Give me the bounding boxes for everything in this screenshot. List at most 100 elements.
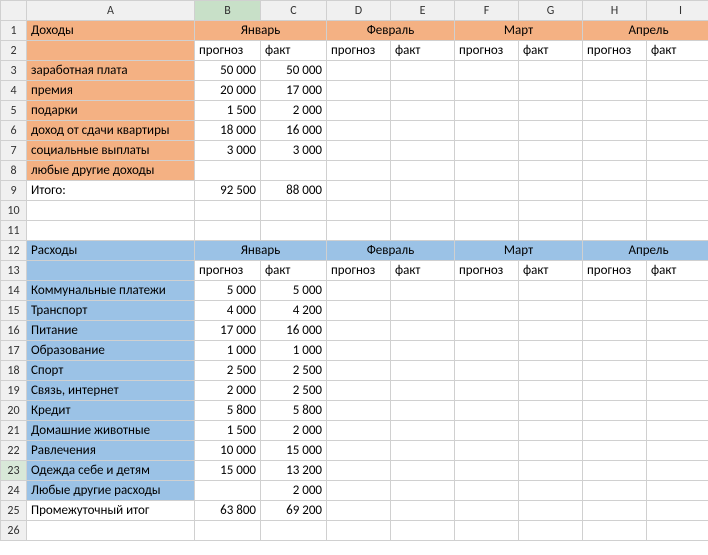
cell[interactable] xyxy=(391,281,455,301)
expense-month-feb[interactable]: Февраль xyxy=(327,241,455,261)
cell[interactable] xyxy=(455,421,519,441)
cell[interactable] xyxy=(647,281,708,301)
cell[interactable] xyxy=(647,341,708,361)
col-header-I[interactable]: I xyxy=(647,1,708,21)
cell[interactable]: 13 200 xyxy=(261,461,327,481)
row-header-13[interactable]: 13 xyxy=(1,261,27,281)
cell[interactable] xyxy=(391,301,455,321)
cell[interactable] xyxy=(455,221,519,241)
cell[interactable] xyxy=(27,41,195,61)
cell[interactable] xyxy=(583,161,647,181)
cell[interactable]: 2 000 xyxy=(195,381,261,401)
cell[interactable] xyxy=(455,141,519,161)
cell[interactable] xyxy=(583,301,647,321)
cell[interactable] xyxy=(455,381,519,401)
cell[interactable] xyxy=(583,101,647,121)
cell[interactable] xyxy=(327,341,391,361)
col-header-G[interactable]: G xyxy=(519,1,583,21)
income-month-feb[interactable]: Февраль xyxy=(327,21,455,41)
row-header-17[interactable]: 17 xyxy=(1,341,27,361)
cell[interactable] xyxy=(583,81,647,101)
cell[interactable]: 50 000 xyxy=(195,61,261,81)
cell[interactable]: 2 000 xyxy=(261,101,327,121)
income-month-apr[interactable]: Апрель xyxy=(583,21,708,41)
cell[interactable] xyxy=(327,121,391,141)
cell[interactable] xyxy=(519,401,583,421)
cell[interactable] xyxy=(647,181,708,201)
cell[interactable] xyxy=(391,101,455,121)
cell[interactable] xyxy=(27,521,195,541)
hdr-fact[interactable]: факт xyxy=(261,261,327,281)
cell[interactable] xyxy=(391,461,455,481)
cell[interactable] xyxy=(327,221,391,241)
cell[interactable] xyxy=(583,201,647,221)
row-header-20[interactable]: 20 xyxy=(1,401,27,421)
cell[interactable]: 3 000 xyxy=(195,141,261,161)
hdr-fact[interactable]: факт xyxy=(519,261,583,281)
cell[interactable]: 15 000 xyxy=(195,461,261,481)
hdr-fact[interactable]: факт xyxy=(519,41,583,61)
cell[interactable] xyxy=(391,221,455,241)
cell[interactable] xyxy=(391,61,455,81)
cell[interactable] xyxy=(391,381,455,401)
cell[interactable] xyxy=(647,521,708,541)
cell[interactable] xyxy=(327,281,391,301)
cell[interactable] xyxy=(195,201,261,221)
row-header-16[interactable]: 16 xyxy=(1,321,27,341)
cell[interactable] xyxy=(327,481,391,501)
cell[interactable] xyxy=(327,461,391,481)
cell[interactable] xyxy=(519,221,583,241)
cell[interactable] xyxy=(583,361,647,381)
cell[interactable] xyxy=(391,501,455,521)
col-header-E[interactable]: E xyxy=(391,1,455,21)
cell[interactable] xyxy=(583,401,647,421)
cell[interactable] xyxy=(583,341,647,361)
cell[interactable] xyxy=(391,161,455,181)
cell[interactable]: 1 000 xyxy=(195,341,261,361)
cell[interactable] xyxy=(647,81,708,101)
cell[interactable] xyxy=(583,481,647,501)
cell[interactable] xyxy=(455,321,519,341)
cell[interactable] xyxy=(519,441,583,461)
row-header-15[interactable]: 15 xyxy=(1,301,27,321)
cell[interactable] xyxy=(455,441,519,461)
cell[interactable] xyxy=(261,521,327,541)
cell[interactable] xyxy=(391,321,455,341)
hdr-fact[interactable]: факт xyxy=(391,41,455,61)
income-total-forecast[interactable]: 92 500 xyxy=(195,181,261,201)
cell[interactable] xyxy=(391,421,455,441)
cell[interactable] xyxy=(27,261,195,281)
cell[interactable]: 16 000 xyxy=(261,121,327,141)
expense-row-label[interactable]: Транспорт xyxy=(27,301,195,321)
cell[interactable]: 2 000 xyxy=(261,481,327,501)
income-row-label[interactable]: заработная плата xyxy=(27,61,195,81)
expense-row-label[interactable]: Одежда себе и детям xyxy=(27,461,195,481)
income-total-label[interactable]: Итого: xyxy=(27,181,195,201)
cell[interactable]: 4 000 xyxy=(195,301,261,321)
row-header-25[interactable]: 25 xyxy=(1,501,27,521)
expense-row-label[interactable]: Связь, интернет xyxy=(27,381,195,401)
expense-row-label[interactable]: Домашние животные xyxy=(27,421,195,441)
cell[interactable] xyxy=(519,361,583,381)
expense-month-jan[interactable]: Январь xyxy=(195,241,327,261)
cell[interactable] xyxy=(455,281,519,301)
row-header-21[interactable]: 21 xyxy=(1,421,27,441)
cell[interactable] xyxy=(583,521,647,541)
cell[interactable] xyxy=(647,201,708,221)
cell[interactable] xyxy=(327,421,391,441)
cell[interactable]: 18 000 xyxy=(195,121,261,141)
income-total-fact[interactable]: 88 000 xyxy=(261,181,327,201)
cell[interactable] xyxy=(647,481,708,501)
income-row-label[interactable]: премия xyxy=(27,81,195,101)
cell[interactable]: 20 000 xyxy=(195,81,261,101)
cell[interactable] xyxy=(391,441,455,461)
cell[interactable] xyxy=(455,401,519,421)
income-row-label[interactable]: подарки xyxy=(27,101,195,121)
hdr-fact[interactable]: факт xyxy=(647,41,708,61)
expense-subtotal-forecast[interactable]: 63 800 xyxy=(195,501,261,521)
cell[interactable] xyxy=(327,181,391,201)
cell[interactable] xyxy=(261,201,327,221)
cell[interactable] xyxy=(27,201,195,221)
cell[interactable] xyxy=(519,301,583,321)
hdr-fact[interactable]: факт xyxy=(391,261,455,281)
